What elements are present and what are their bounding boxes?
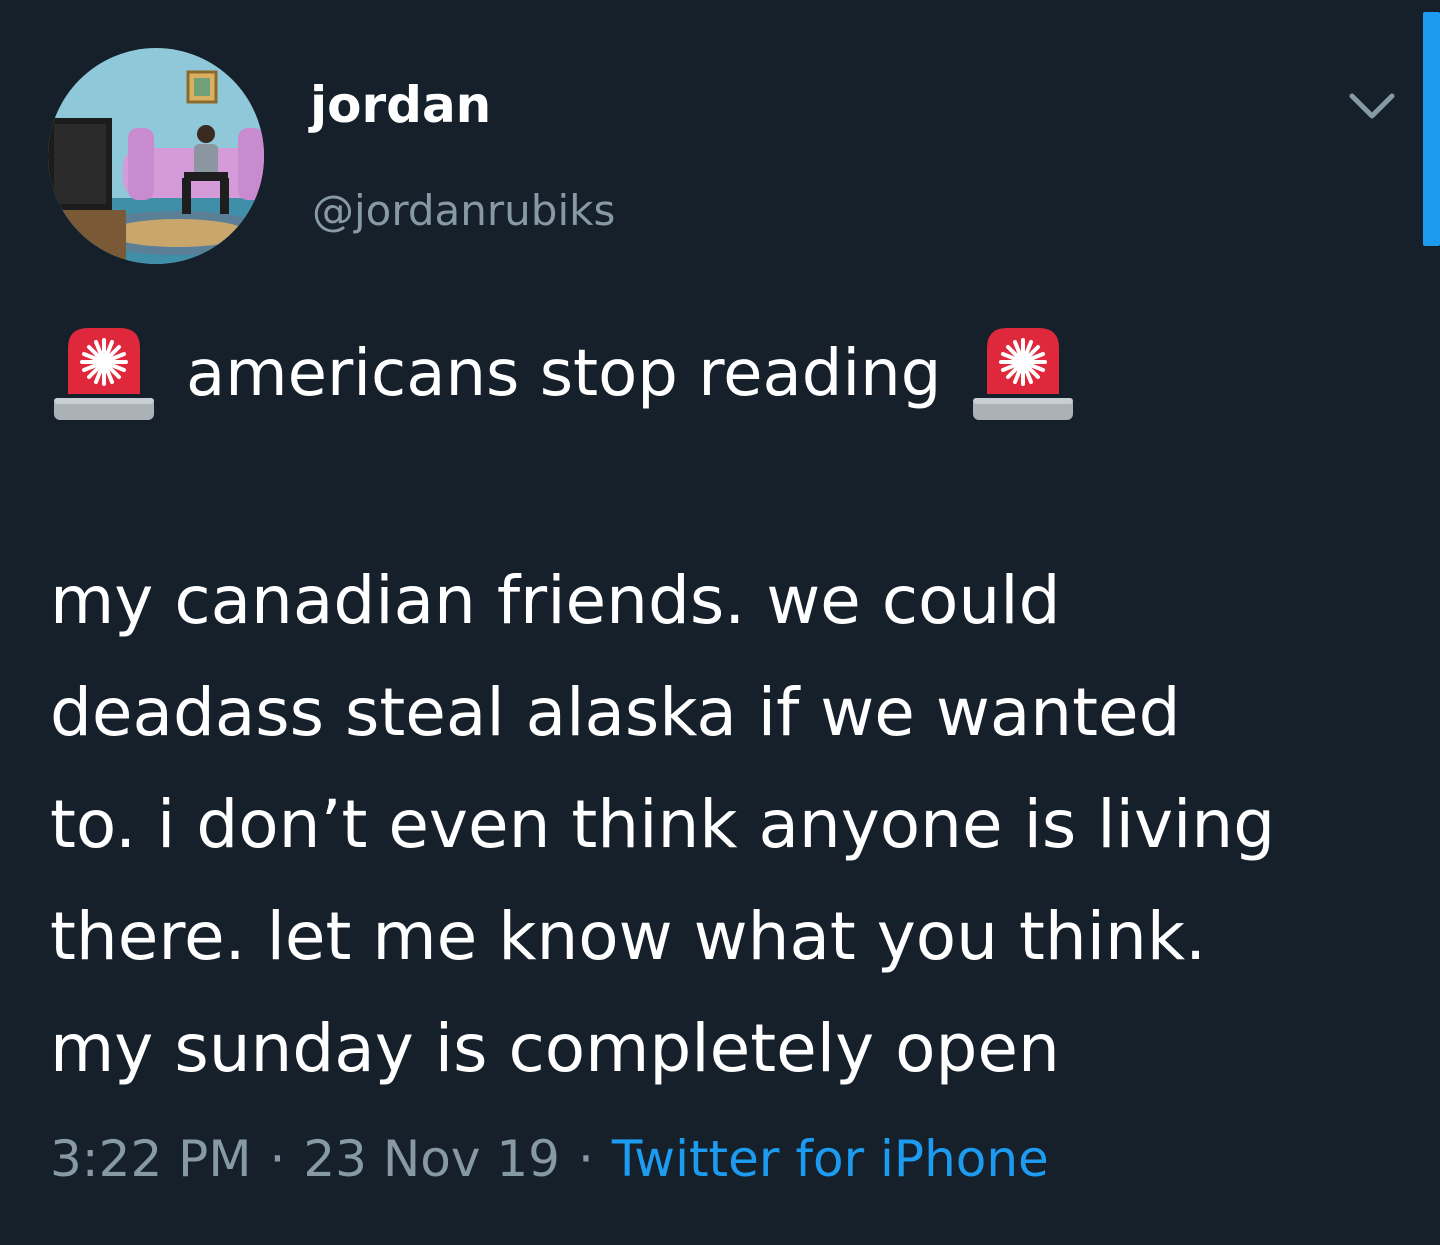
tweet-body-line: my canadian friends. we could bbox=[50, 562, 1061, 639]
tweet-body-line: deadass steal alaska if we wanted bbox=[50, 674, 1181, 751]
tweet-body-line: to. i don’t even think anyone is living bbox=[50, 786, 1276, 863]
headline-text: americans stop reading bbox=[186, 337, 942, 411]
police-car-light-icon bbox=[973, 328, 1074, 420]
chevron-down-icon[interactable] bbox=[1346, 88, 1398, 124]
police-car-light-icon bbox=[54, 328, 154, 420]
tweet-metadata: 3:22 PM · 23 Nov 19 · Twitter for iPhone bbox=[50, 1134, 1049, 1184]
tweet-headline: americans stop reading bbox=[52, 322, 1075, 426]
tweet-body-line: there. let me know what you think. bbox=[50, 898, 1207, 975]
tweet-source-link[interactable]: Twitter for iPhone bbox=[612, 1130, 1049, 1188]
tweet-body-line: my sunday is completely open bbox=[50, 1010, 1060, 1087]
avatar-image bbox=[48, 48, 264, 264]
tweet-card: jordan @jordanrubiks americans stop read… bbox=[0, 0, 1440, 1245]
tweet-time[interactable]: 3:22 PM bbox=[50, 1130, 251, 1188]
display-name[interactable]: jordan bbox=[310, 80, 491, 130]
tweet-date[interactable]: 23 Nov 19 bbox=[303, 1130, 560, 1188]
user-handle[interactable]: @jordanrubiks bbox=[312, 190, 615, 232]
avatar[interactable] bbox=[48, 48, 264, 264]
scrollbar[interactable] bbox=[1423, 12, 1440, 246]
separator: · bbox=[578, 1130, 594, 1188]
separator: · bbox=[269, 1130, 286, 1188]
